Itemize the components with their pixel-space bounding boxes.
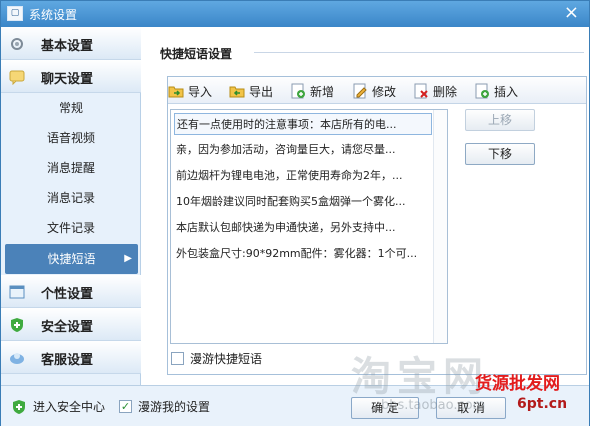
gear-icon xyxy=(9,36,25,52)
add-button[interactable]: 新增 xyxy=(290,82,334,100)
roam-settings-checkbox[interactable]: ✓ xyxy=(119,400,132,413)
sidebar-subitem-message-alert[interactable]: 消息提醒 xyxy=(1,153,141,183)
list-item[interactable]: 本店默认包邮快递为申通快递，另外支持中... xyxy=(174,217,432,239)
quick-phrases-panel: 导入 导出 新增 修改 删除 插入 还有一点使用时的注意事项：本店所有的电...… xyxy=(167,76,587,375)
sidebar-subitem-voice-video[interactable]: 语音视频 xyxy=(1,123,141,153)
sidebar-item-basic[interactable]: 基本设置 xyxy=(1,27,141,60)
shield-icon xyxy=(11,399,27,415)
sidebar-item-customer-service[interactable]: 客服设置 xyxy=(1,341,141,374)
section-title: 快捷短语设置 xyxy=(160,47,233,61)
roaming-phrases-checkbox[interactable] xyxy=(171,352,184,365)
user-icon xyxy=(9,350,25,366)
window-icon xyxy=(9,284,25,300)
chevron-right-icon: ▶ xyxy=(124,253,132,264)
sidebar-subitem-file-history[interactable]: 文件记录 xyxy=(1,213,141,243)
list-item[interactable]: 10年烟龄建议同时配套购买5盒烟弹一个雾化... xyxy=(174,191,432,213)
delete-icon xyxy=(413,83,429,99)
watermark-site: 6pt.cn xyxy=(517,396,568,412)
sidebar-subitem-message-history[interactable]: 消息记录 xyxy=(1,183,141,213)
folder-import-icon xyxy=(168,83,184,99)
move-down-button[interactable]: 下移 xyxy=(465,143,535,165)
settings-window: ▢ 系统设置 × 基本设置 聊天设置 常规 语音视频 消息提醒 消息记录 文件记… xyxy=(0,0,590,426)
chat-bubble-icon xyxy=(9,69,25,85)
delete-button[interactable]: 删除 xyxy=(413,82,457,100)
sidebar-subitem-general[interactable]: 常规 xyxy=(1,93,141,123)
insert-icon xyxy=(474,83,490,99)
roaming-phrases-option[interactable]: 漫游快捷短语 xyxy=(171,350,262,367)
app-icon: ▢ xyxy=(7,6,23,21)
phrase-list[interactable]: 还有一点使用时的注意事项：本店所有的电... 亲，因为参加活动，咨询量巨大，请您… xyxy=(170,109,448,344)
sidebar-item-chat[interactable]: 聊天设置 xyxy=(1,60,141,93)
title-bar: ▢ 系统设置 × xyxy=(1,1,589,27)
list-item[interactable]: 亲，因为参加活动，咨询量巨大，请您尽量... xyxy=(174,139,432,161)
sidebar: 基本设置 聊天设置 常规 语音视频 消息提醒 消息记录 文件记录 快捷短语 ▶ … xyxy=(1,27,141,385)
list-item[interactable]: 前边烟杆为锂电电池，正常使用寿命为2年，... xyxy=(174,165,432,187)
window-title: 系统设置 xyxy=(29,8,78,22)
import-button[interactable]: 导入 xyxy=(168,82,212,100)
list-scrollbar[interactable] xyxy=(433,110,447,343)
section-divider xyxy=(254,52,584,53)
main-content: 快捷短语设置 导入 导出 新增 修改 删除 插入 还有一点使用时的注意事项：本店… xyxy=(142,27,589,385)
roam-settings-option[interactable]: ✓ 漫游我的设置 xyxy=(119,398,210,415)
close-button[interactable]: × xyxy=(564,4,579,22)
list-item[interactable]: 还有一点使用时的注意事项：本店所有的电... xyxy=(174,113,432,135)
toolbar: 导入 导出 新增 修改 删除 插入 xyxy=(168,77,586,104)
export-button[interactable]: 导出 xyxy=(229,82,273,100)
list-item[interactable]: 外包装盒尺寸:90*92mm配件：雾化器：1个可... xyxy=(174,243,432,265)
sidebar-item-personalize[interactable]: 个性设置 xyxy=(1,275,141,308)
sidebar-subitem-quick-phrases[interactable]: 快捷短语 ▶ xyxy=(5,244,138,274)
edit-button[interactable]: 修改 xyxy=(352,82,396,100)
watermark-logo: 淘宝网 xyxy=(351,354,489,400)
insert-button[interactable]: 插入 xyxy=(474,82,518,100)
shield-icon xyxy=(9,317,25,333)
security-center-link[interactable]: 进入安全中心 xyxy=(11,398,105,415)
add-icon xyxy=(290,83,306,99)
watermark-brand: 货源批发网 xyxy=(475,374,560,394)
sidebar-item-security[interactable]: 安全设置 xyxy=(1,308,141,341)
move-up-button[interactable]: 上移 xyxy=(465,109,535,131)
watermark-url: bbs.taobao.com xyxy=(381,398,486,413)
folder-export-icon xyxy=(229,83,245,99)
edit-icon xyxy=(352,83,368,99)
